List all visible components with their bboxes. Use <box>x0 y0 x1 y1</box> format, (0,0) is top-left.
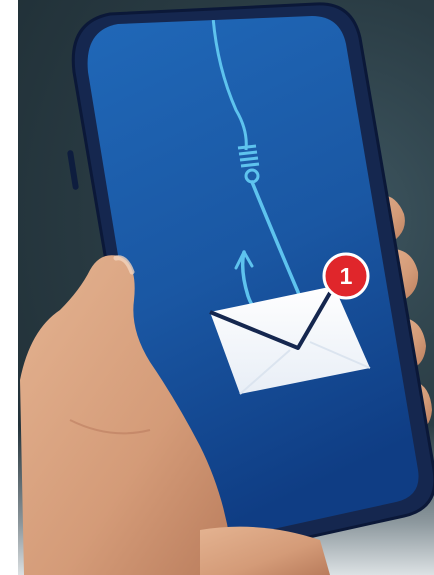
side-button <box>67 150 79 190</box>
notification-badge: 1 <box>322 252 370 300</box>
notification-count: 1 <box>340 263 353 289</box>
phone-scene: 1 <box>20 2 434 575</box>
photo-stage: 1 <box>0 0 434 575</box>
